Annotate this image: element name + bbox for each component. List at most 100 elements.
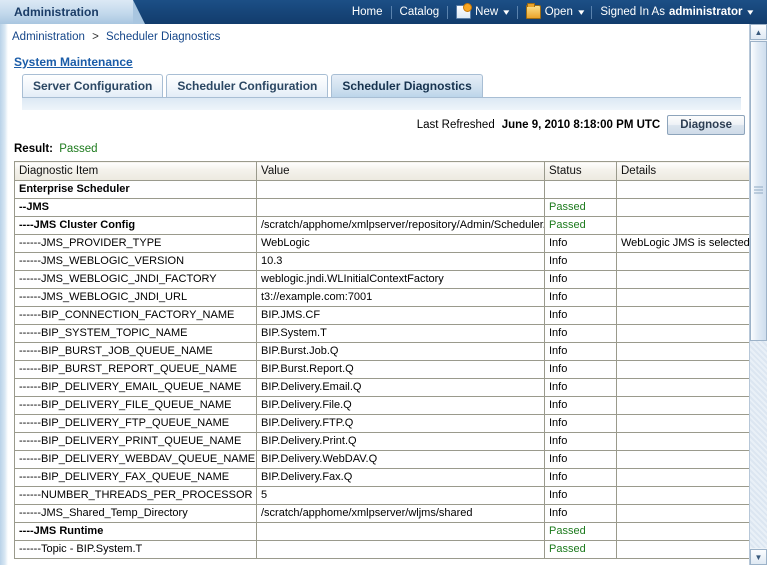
- folder-icon: [525, 3, 541, 19]
- cell-diagnostic-item: ------JMS_WEBLOGIC_VERSION: [14, 252, 257, 271]
- scrollbar-thumb[interactable]: [750, 41, 767, 341]
- cell-status: Info: [544, 468, 617, 487]
- column-header-status[interactable]: Status: [544, 161, 617, 181]
- cell-value: BIP.Delivery.FTP.Q: [256, 414, 545, 433]
- chevron-down-icon: ▾: [747, 6, 754, 17]
- cell-diagnostic-item: ------BIP_DELIVERY_FTP_QUEUE_NAME: [14, 414, 257, 433]
- cell-status: Info: [544, 342, 617, 361]
- cell-status: Info: [544, 486, 617, 505]
- signed-in-as-menu[interactable]: Signed In As administrator ▾: [592, 0, 761, 24]
- cell-details: [616, 450, 749, 469]
- scrollbar-grip: [754, 186, 763, 196]
- cell-details: [616, 504, 749, 523]
- tab-scheduler-diagnostics-label: Scheduler Diagnostics: [342, 79, 472, 93]
- nav-home-label: Home: [351, 6, 383, 18]
- cell-diagnostic-item: ------BIP_CONNECTION_FACTORY_NAME: [14, 306, 257, 325]
- result-label: Result:: [14, 143, 53, 155]
- cell-diagnostic-item: ------BIP_DELIVERY_FILE_QUEUE_NAME: [14, 396, 257, 415]
- tabstrip: Server Configuration Scheduler Configura…: [22, 74, 749, 97]
- cell-value: t3://example.com:7001: [256, 288, 545, 307]
- table-row: ------BIP_BURST_REPORT_QUEUE_NAME BIP.Bur…: [14, 360, 749, 379]
- cell-status: [544, 180, 617, 199]
- cell-value: BIP.System.T: [256, 324, 545, 343]
- cell-status: Info: [544, 306, 617, 325]
- nav-catalog[interactable]: Catalog: [392, 0, 448, 24]
- table-row: ------BIP_CONNECTION_FACTORY_NAME BIP.JMS…: [14, 306, 749, 325]
- cell-value: BIP.Delivery.Print.Q: [256, 432, 545, 451]
- table-row: ------JMS_WEBLOGIC_JNDI_FACTORY weblogic.…: [14, 270, 749, 289]
- breadcrumb-scheduler-diagnostics[interactable]: Scheduler Diagnostics: [106, 31, 220, 43]
- cell-details: [616, 198, 749, 217]
- cell-details: [616, 396, 749, 415]
- result-value: Passed: [59, 143, 98, 155]
- cell-status: Info: [544, 378, 617, 397]
- nav-home[interactable]: Home: [344, 0, 391, 24]
- cell-details: [616, 468, 749, 487]
- cell-details: [616, 252, 749, 271]
- table-row: Enterprise Scheduler: [14, 180, 749, 199]
- cell-status: Info: [544, 504, 617, 523]
- cell-details: [616, 486, 749, 505]
- tab-scheduler-diagnostics[interactable]: Scheduler Diagnostics: [331, 74, 483, 97]
- signed-in-prefix: Signed In As: [600, 6, 665, 18]
- cell-status: Info: [544, 324, 617, 343]
- nav-new-menu[interactable]: New ▾: [448, 0, 517, 24]
- cell-diagnostic-item: --JMS: [14, 198, 257, 217]
- table-row: ----JMS Runtime Passed: [14, 522, 749, 541]
- column-header-diagnostic-item[interactable]: Diagnostic Item: [14, 161, 257, 181]
- cell-diagnostic-item: ------BIP_DELIVERY_FAX_QUEUE_NAME: [14, 468, 257, 487]
- table-row: ------BIP_BURST_JOB_QUEUE_NAME BIP.Burst.…: [14, 342, 749, 361]
- cell-value: BIP.Burst.Report.Q: [256, 360, 545, 379]
- table-row: ------BIP_DELIVERY_WEBDAV_QUEUE_NAME BIP.…: [14, 450, 749, 469]
- global-header: Administration Home Catalog New ▾ Open ▾…: [0, 0, 767, 24]
- cell-diagnostic-item: ------JMS_WEBLOGIC_JNDI_FACTORY: [14, 270, 257, 289]
- nav-open-label: Open: [544, 6, 573, 18]
- breadcrumb-administration[interactable]: Administration: [12, 31, 85, 43]
- cell-details: [616, 342, 749, 361]
- tab-scheduler-configuration[interactable]: Scheduler Configuration: [166, 74, 329, 97]
- app-tab-administration[interactable]: Administration: [0, 0, 145, 24]
- table-row: --JMS Passed: [14, 198, 749, 217]
- cell-diagnostic-item: ------Topic - BIP.System.T: [14, 540, 257, 559]
- nav-catalog-label: Catalog: [399, 6, 440, 18]
- cell-diagnostic-item: ------BIP_DELIVERY_PRINT_QUEUE_NAME: [14, 432, 257, 451]
- cell-details: [616, 324, 749, 343]
- cell-details: [616, 180, 749, 199]
- cell-diagnostic-item: ----JMS Cluster Config: [14, 216, 257, 235]
- cell-status: Info: [544, 360, 617, 379]
- vertical-scrollbar[interactable]: ▲ ▼: [749, 24, 767, 565]
- nav-open-menu[interactable]: Open ▾: [518, 0, 592, 24]
- cell-diagnostic-item: ------BIP_DELIVERY_WEBDAV_QUEUE_NAME: [14, 450, 257, 469]
- cell-value: BIP.JMS.CF: [256, 306, 545, 325]
- cell-value: 10.3: [256, 252, 545, 271]
- cell-value: [256, 198, 545, 217]
- cell-status: Passed: [544, 522, 617, 541]
- cell-details: WebLogic JMS is selected.: [616, 234, 749, 253]
- cell-value: [256, 180, 545, 199]
- cell-value: /scratch/apphome/xmlpserver/repository/A…: [256, 216, 545, 235]
- table-row: ------Topic - BIP.System.T Passed: [14, 540, 749, 559]
- diagnose-button[interactable]: Diagnose: [667, 115, 745, 135]
- scroll-down-button[interactable]: ▼: [750, 549, 767, 565]
- table-row: ------BIP_DELIVERY_PRINT_QUEUE_NAME BIP.D…: [14, 432, 749, 451]
- cell-value: [256, 540, 545, 559]
- nav-new-label: New: [475, 6, 499, 18]
- scroll-up-button[interactable]: ▲: [750, 24, 767, 40]
- table-row: ------BIP_DELIVERY_FTP_QUEUE_NAME BIP.Del…: [14, 414, 749, 433]
- cell-diagnostic-item: ------BIP_BURST_JOB_QUEUE_NAME: [14, 342, 257, 361]
- table-row: ----JMS Cluster Config/scratch/apphome/x…: [14, 216, 749, 235]
- diagnostics-table: Diagnostic Item Value Status Details Ent…: [14, 161, 749, 559]
- column-header-value[interactable]: Value: [256, 161, 545, 181]
- tab-server-configuration[interactable]: Server Configuration: [22, 74, 164, 97]
- table-row: ------JMS_Shared_Temp_Directory/scratch/…: [14, 504, 749, 523]
- scrollbar-track[interactable]: [750, 41, 767, 548]
- cell-status: Info: [544, 396, 617, 415]
- cell-value: /scratch/apphome/xmlpserver/wljms/shared: [256, 504, 545, 523]
- last-refreshed-label: Last Refreshed: [416, 119, 495, 131]
- cell-diagnostic-item: ------BIP_BURST_REPORT_QUEUE_NAME: [14, 360, 257, 379]
- cell-details: [616, 414, 749, 433]
- cell-status: Info: [544, 270, 617, 289]
- column-header-details[interactable]: Details: [616, 161, 749, 181]
- cell-value: weblogic.jndi.WLInitialContextFactory: [256, 270, 545, 289]
- cell-diagnostic-item: ------JMS_WEBLOGIC_JNDI_URL: [14, 288, 257, 307]
